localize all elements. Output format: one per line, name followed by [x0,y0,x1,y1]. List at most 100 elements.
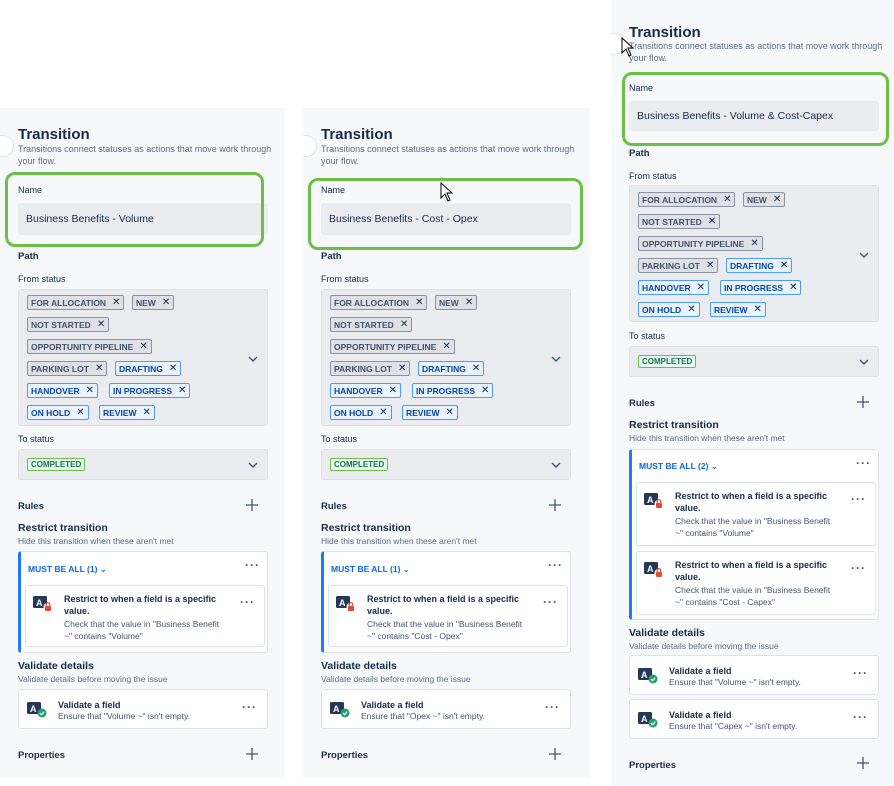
restriction-card[interactable]: A Restrict to when a field is a specific… [328,585,568,647]
status-chip: REVIEW ✕ [402,405,458,420]
properties-label: Properties [18,750,65,761]
remove-icon[interactable]: ✕ [773,194,781,205]
chevron-down-icon[interactable] [859,250,869,260]
svg-text:A: A [641,714,648,724]
panel-title: Transition [629,24,701,41]
add-rule-plus-icon[interactable] [246,499,258,511]
chevron-down-icon[interactable] [248,354,258,364]
mouse-cursor-icon [621,37,635,57]
chevron-down-icon[interactable] [551,460,561,470]
remove-icon[interactable]: ✕ [76,407,84,418]
status-chip: NEW ✕ [435,295,478,310]
remove-icon[interactable]: ✕ [143,407,151,418]
remove-icon[interactable]: ✕ [95,363,103,374]
remove-icon[interactable]: ✕ [169,363,177,374]
remove-icon[interactable]: ✕ [446,407,454,418]
restriction-desc-line1: Check that the value in "Business Benefi… [675,516,831,526]
more-options-icon[interactable]: ··· [242,700,257,714]
chevron-down-icon[interactable] [551,354,561,364]
remove-icon[interactable]: ✕ [723,194,731,205]
more-options-icon[interactable]: ··· [545,700,560,714]
restriction-desc-line2: ~" contains "Volume" [64,631,143,641]
add-property-plus-icon[interactable] [246,748,258,760]
remove-icon[interactable]: ✕ [86,385,94,396]
field-restrict-lock-icon: A [336,596,356,612]
remove-icon[interactable]: ✕ [706,260,714,271]
must-be-all-dropdown[interactable]: MUST BE ALL (1) ⌄ [331,564,410,575]
remove-icon[interactable]: ✕ [789,282,797,293]
status-chip: OPPORTUNITY PIPELINE ✕ [330,339,455,354]
restriction-desc-line2: ~" contains "Volume" [675,528,754,538]
remove-icon[interactable]: ✕ [754,304,762,315]
to-status-select[interactable]: COMPLETED [321,449,571,480]
more-options-icon[interactable]: ··· [853,710,868,724]
status-chip: REVIEW ✕ [99,405,155,420]
must-be-all-dropdown[interactable]: MUST BE ALL (1) ⌄ [28,564,107,575]
svg-text:A: A [30,704,37,714]
restriction-group: MUST BE ALL (1) ⌄ ··· A Restrict to when… [18,551,268,653]
remove-icon[interactable]: ✕ [415,297,423,308]
remove-icon[interactable]: ✕ [687,304,695,315]
remove-icon[interactable]: ✕ [379,407,387,418]
from-status-select[interactable]: FOR ALLOCATION ✕ NEW ✕ NOT STARTED ✕ OPPORT… [629,185,879,322]
to-status-select[interactable]: COMPLETED [18,449,268,480]
validator-card[interactable]: A Validate a field Ensure that "Volume ~… [18,689,268,729]
field-validate-check-icon: A [638,668,658,684]
field-validate-check-icon: A [638,712,658,728]
validator-card[interactable]: A Validate a field Ensure that "Volume ~… [629,655,879,695]
add-rule-plus-icon[interactable] [857,396,869,408]
restrict-transition-title: Restrict transition [629,419,719,431]
status-chip: PARKING LOT ✕ [27,361,108,376]
remove-icon[interactable]: ✕ [112,297,120,308]
remove-icon[interactable]: ✕ [465,297,473,308]
chevron-down-icon[interactable] [859,357,869,367]
from-status-select[interactable]: FOR ALLOCATION ✕ NEW ✕ NOT STARTED ✕ OPPORT… [18,289,268,426]
remove-icon[interactable]: ✕ [389,385,397,396]
restriction-card[interactable]: A Restrict to when a field is a specific… [636,551,876,615]
remove-icon[interactable]: ✕ [162,297,170,308]
restriction-card[interactable]: A Restrict to when a field is a specific… [25,585,265,647]
more-options-icon[interactable]: ··· [853,666,868,680]
remove-icon[interactable]: ✕ [139,341,147,352]
restriction-desc-line2: ~" contains "Cost - Capex" [675,597,775,607]
svg-text:A: A [339,598,346,608]
status-chip-completed: COMPLETED [330,458,389,471]
add-property-plus-icon[interactable] [857,757,869,769]
more-options-icon[interactable]: ··· [548,558,563,572]
chevron-down-icon[interactable] [248,460,258,470]
from-status-select[interactable]: FOR ALLOCATION ✕ NEW ✕ NOT STARTED ✕ OPPORT… [321,289,571,426]
panel-title: Transition [18,126,90,143]
remove-icon[interactable]: ✕ [697,282,705,293]
remove-icon[interactable]: ✕ [780,260,788,271]
status-chip: NEW ✕ [743,192,786,207]
restriction-card[interactable]: A Restrict to when a field is a specific… [636,482,876,546]
to-status-select[interactable]: COMPLETED [629,346,879,377]
collapse-handle[interactable] [0,135,14,157]
remove-icon[interactable]: ✕ [442,341,450,352]
more-options-icon[interactable]: ··· [543,595,558,609]
add-rule-plus-icon[interactable] [549,499,561,511]
add-property-plus-icon[interactable] [549,748,561,760]
more-options-icon[interactable]: ··· [245,558,260,572]
remove-icon[interactable]: ✕ [178,385,186,396]
to-status-label: To status [18,434,55,444]
validator-card[interactable]: A Validate a field Ensure that "Capex ~"… [629,699,879,739]
remove-icon[interactable]: ✕ [398,363,406,374]
more-options-icon[interactable]: ··· [240,595,255,609]
remove-icon[interactable]: ✕ [708,216,716,227]
restrict-transition-subtitle: Hide this transition when these aren't m… [321,536,477,546]
more-options-icon[interactable]: ··· [851,561,866,575]
more-options-icon[interactable]: ··· [851,492,866,506]
remove-icon[interactable]: ✕ [481,385,489,396]
status-chip: OPPORTUNITY PIPELINE ✕ [27,339,152,354]
remove-icon[interactable]: ✕ [472,363,480,374]
collapse-handle[interactable] [303,135,317,157]
status-chip: FOR ALLOCATION ✕ [27,295,125,310]
remove-icon[interactable]: ✕ [97,319,105,330]
panel-subtitle: Transitions connect statuses as actions … [321,144,575,166]
remove-icon[interactable]: ✕ [400,319,408,330]
must-be-all-dropdown[interactable]: MUST BE ALL (2) ⌄ [639,461,718,472]
more-options-icon[interactable]: ··· [856,456,871,470]
remove-icon[interactable]: ✕ [750,238,758,249]
validator-card[interactable]: A Validate a field Ensure that "Opex ~" … [321,689,571,729]
